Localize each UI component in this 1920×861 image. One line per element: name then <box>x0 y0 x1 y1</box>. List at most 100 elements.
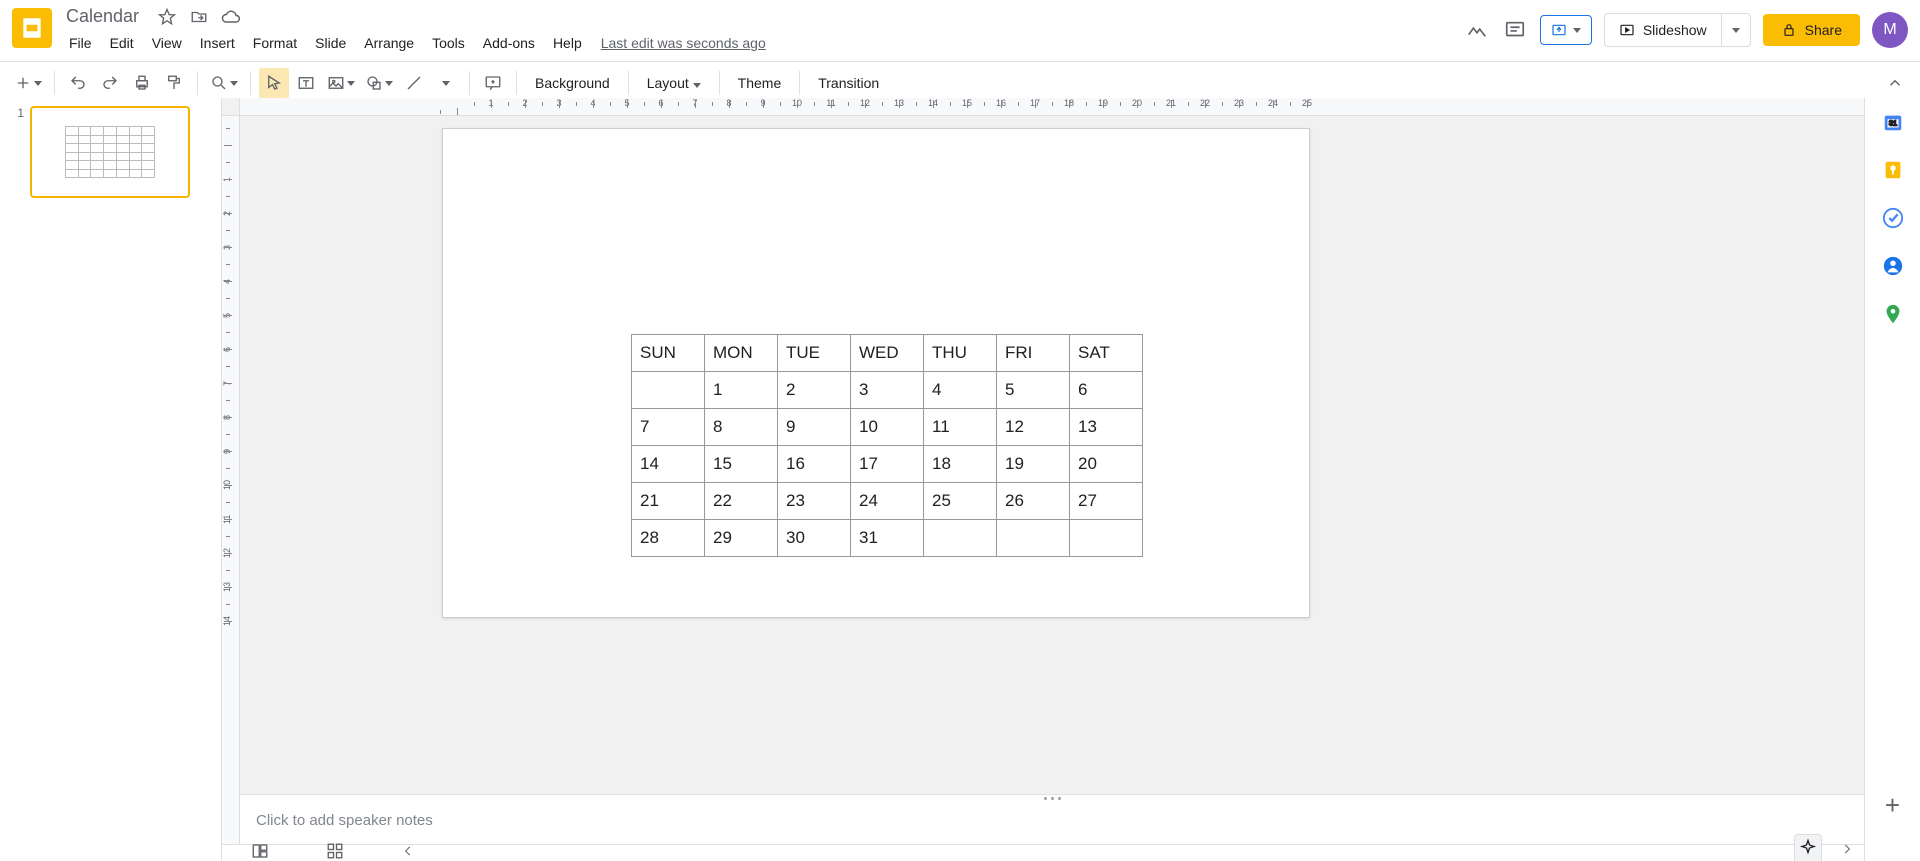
slide-thumbnail[interactable] <box>30 106 190 198</box>
get-addons-button[interactable]: + <box>1885 790 1900 821</box>
calendar-cell[interactable]: 22 <box>705 483 778 520</box>
calendar-cell[interactable]: 23 <box>778 483 851 520</box>
present-button[interactable] <box>1540 15 1592 45</box>
side-panel-expand-icon[interactable] <box>1840 842 1854 861</box>
slideshow-options[interactable] <box>1721 14 1750 46</box>
grid-view-icon[interactable] <box>326 842 344 861</box>
calendar-addon-icon[interactable]: 31 <box>1881 110 1905 134</box>
calendar-cell[interactable]: 13 <box>1070 409 1143 446</box>
calendar-header-cell[interactable]: MON <box>705 335 778 372</box>
collapse-toolbar-button[interactable] <box>1880 68 1910 98</box>
layout-button[interactable]: Layout <box>637 75 711 91</box>
print-button[interactable] <box>127 68 157 98</box>
explore-button[interactable] <box>1794 834 1822 861</box>
document-title[interactable]: Calendar <box>60 4 145 29</box>
calendar-cell[interactable]: 4 <box>924 372 997 409</box>
zoom-button[interactable] <box>206 68 242 98</box>
calendar-cell[interactable] <box>632 372 705 409</box>
calendar-header-cell[interactable]: FRI <box>997 335 1070 372</box>
calendar-cell[interactable]: 19 <box>997 446 1070 483</box>
calendar-header-cell[interactable]: SUN <box>632 335 705 372</box>
background-button[interactable]: Background <box>525 75 620 91</box>
canvas-area[interactable]: 1234567891011121314151617181920212223242… <box>222 98 1864 861</box>
redo-button[interactable] <box>95 68 125 98</box>
menu-tools[interactable]: Tools <box>423 31 474 55</box>
calendar-cell[interactable]: 8 <box>705 409 778 446</box>
calendar-header-cell[interactable]: TUE <box>778 335 851 372</box>
calendar-cell[interactable]: 21 <box>632 483 705 520</box>
textbox-tool[interactable] <box>291 68 321 98</box>
calendar-cell[interactable]: 6 <box>1070 372 1143 409</box>
calendar-cell[interactable]: 27 <box>1070 483 1143 520</box>
filmstrip-view-icon[interactable] <box>251 842 269 861</box>
calendar-cell[interactable]: 16 <box>778 446 851 483</box>
paint-format-button[interactable] <box>159 68 189 98</box>
calendar-header-cell[interactable]: SAT <box>1070 335 1143 372</box>
tasks-addon-icon[interactable] <box>1881 206 1905 230</box>
image-tool[interactable] <box>323 68 359 98</box>
slide-canvas[interactable]: SUNMONTUEWEDTHUFRISAT1234567891011121314… <box>442 128 1310 618</box>
calendar-cell[interactable]: 31 <box>851 520 924 557</box>
prev-icon[interactable] <box>401 844 415 861</box>
calendar-cell[interactable]: 3 <box>851 372 924 409</box>
undo-button[interactable] <box>63 68 93 98</box>
horizontal-ruler[interactable]: 1234567891011121314151617181920212223242… <box>240 98 1864 116</box>
select-tool[interactable] <box>259 68 289 98</box>
contacts-addon-icon[interactable] <box>1881 254 1905 278</box>
calendar-cell[interactable]: 17 <box>851 446 924 483</box>
line-tool[interactable] <box>399 68 429 98</box>
vertical-ruler[interactable]: 1234567891011121314 <box>222 116 240 861</box>
calendar-header-cell[interactable]: THU <box>924 335 997 372</box>
slideshow-button[interactable]: Slideshow <box>1605 14 1721 46</box>
menu-format[interactable]: Format <box>244 31 306 55</box>
calendar-cell[interactable]: 20 <box>1070 446 1143 483</box>
star-icon[interactable] <box>157 7 177 27</box>
speaker-notes-resize-handle[interactable] <box>240 794 1864 802</box>
calendar-cell[interactable]: 14 <box>632 446 705 483</box>
transition-button[interactable]: Transition <box>808 75 889 91</box>
comments-icon[interactable] <box>1502 17 1528 43</box>
calendar-cell[interactable]: 25 <box>924 483 997 520</box>
menu-edit[interactable]: Edit <box>101 31 143 55</box>
calendar-cell[interactable]: 7 <box>632 409 705 446</box>
calendar-cell[interactable] <box>1070 520 1143 557</box>
calendar-cell[interactable] <box>997 520 1070 557</box>
shape-tool[interactable] <box>361 68 397 98</box>
calendar-cell[interactable]: 15 <box>705 446 778 483</box>
calendar-cell[interactable] <box>924 520 997 557</box>
filmstrip[interactable]: 1 <box>0 98 222 861</box>
menu-view[interactable]: View <box>143 31 191 55</box>
line-options[interactable] <box>431 68 461 98</box>
calendar-cell[interactable]: 10 <box>851 409 924 446</box>
account-avatar[interactable]: M <box>1872 12 1908 48</box>
maps-addon-icon[interactable] <box>1881 302 1905 326</box>
slides-logo[interactable] <box>12 8 52 48</box>
calendar-cell[interactable]: 11 <box>924 409 997 446</box>
calendar-cell[interactable]: 12 <box>997 409 1070 446</box>
calendar-table[interactable]: SUNMONTUEWEDTHUFRISAT1234567891011121314… <box>631 334 1143 557</box>
menu-arrange[interactable]: Arrange <box>355 31 423 55</box>
calendar-cell[interactable]: 1 <box>705 372 778 409</box>
cloud-saved-icon[interactable] <box>221 7 241 27</box>
move-icon[interactable] <box>189 7 209 27</box>
menu-insert[interactable]: Insert <box>191 31 244 55</box>
new-slide-button[interactable] <box>10 68 46 98</box>
calendar-cell[interactable]: 2 <box>778 372 851 409</box>
calendar-cell[interactable]: 18 <box>924 446 997 483</box>
calendar-cell[interactable]: 24 <box>851 483 924 520</box>
calendar-cell[interactable]: 26 <box>997 483 1070 520</box>
share-button[interactable]: Share <box>1763 14 1860 46</box>
keep-addon-icon[interactable] <box>1881 158 1905 182</box>
menu-help[interactable]: Help <box>544 31 591 55</box>
comment-button[interactable] <box>478 68 508 98</box>
calendar-cell[interactable]: 30 <box>778 520 851 557</box>
menu-slide[interactable]: Slide <box>306 31 355 55</box>
calendar-cell[interactable]: 29 <box>705 520 778 557</box>
menu-addons[interactable]: Add-ons <box>474 31 544 55</box>
calendar-cell[interactable]: 28 <box>632 520 705 557</box>
menu-file[interactable]: File <box>60 31 101 55</box>
last-edit-link[interactable]: Last edit was seconds ago <box>601 35 766 51</box>
activity-icon[interactable] <box>1464 17 1490 43</box>
calendar-header-cell[interactable]: WED <box>851 335 924 372</box>
calendar-cell[interactable]: 9 <box>778 409 851 446</box>
